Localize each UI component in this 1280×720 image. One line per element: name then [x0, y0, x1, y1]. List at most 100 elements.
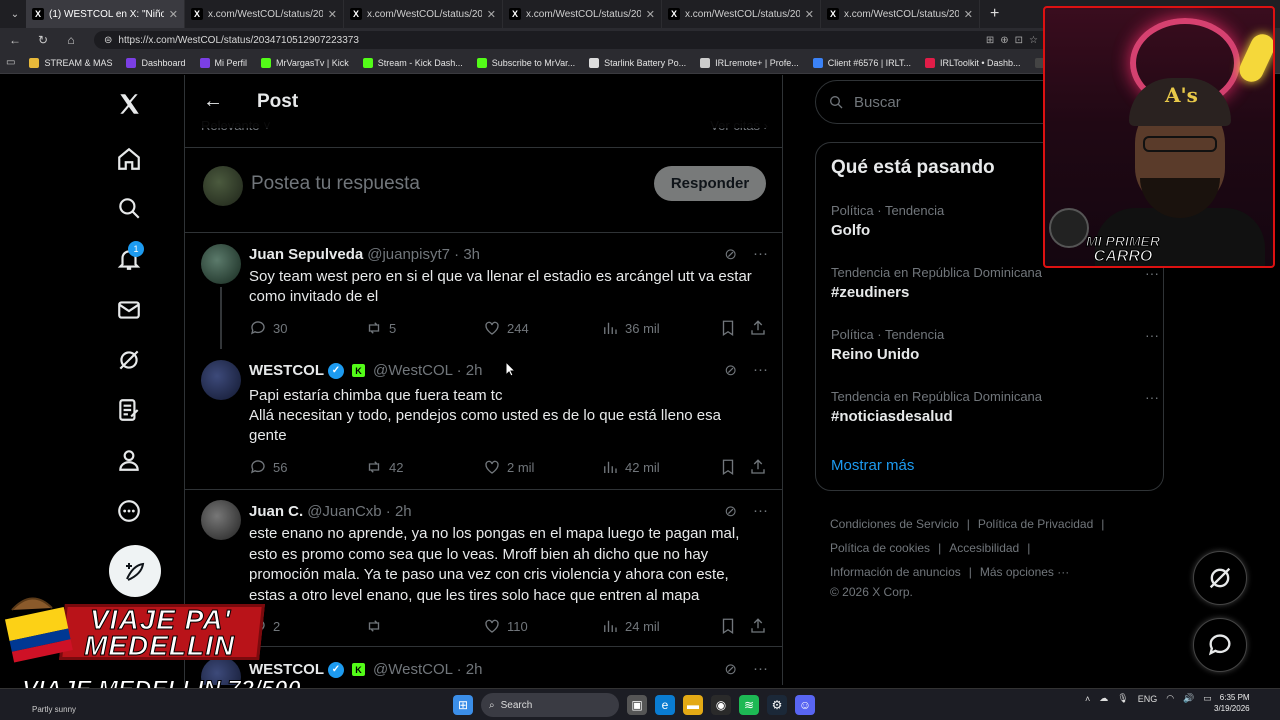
repost-action[interactable]: 5: [365, 319, 396, 337]
home-icon[interactable]: ⌂: [62, 33, 80, 47]
explore-search-icon[interactable]: [114, 193, 144, 223]
bookmark-item[interactable]: Starlink Battery Po...: [589, 57, 686, 68]
grok-icon[interactable]: ⊘: [724, 502, 737, 520]
grok-icon[interactable]: ⊘: [724, 361, 737, 379]
tab-close-icon[interactable]: ✕: [964, 8, 973, 21]
tab-close-icon[interactable]: ✕: [169, 8, 178, 21]
weather-widget[interactable]: Partly sunny: [32, 705, 76, 714]
author-name[interactable]: Juan C.: [249, 503, 303, 520]
like-action[interactable]: 110: [483, 617, 528, 635]
avatar[interactable]: [201, 244, 241, 284]
discord-icon[interactable]: ☺: [795, 695, 815, 715]
repost-action[interactable]: 42: [365, 458, 403, 476]
tab-close-icon[interactable]: ✕: [487, 8, 496, 21]
trend-more-icon[interactable]: ···: [1145, 327, 1159, 343]
bookmark-item[interactable]: Stream - Kick Dash...: [362, 57, 463, 68]
bookmark-item[interactable]: MrVargasTv | Kick: [261, 57, 349, 68]
kick-affiliate-icon[interactable]: K: [352, 663, 365, 676]
more-icon[interactable]: ···: [753, 660, 768, 678]
avatar[interactable]: [201, 500, 241, 540]
tab-2[interactable]: X x.com/WestCOL/status/203471055 ✕: [185, 0, 344, 28]
language-indicator[interactable]: ENG: [1138, 694, 1158, 704]
more-icon[interactable]: ···: [753, 502, 768, 520]
spotify-icon[interactable]: ≋: [739, 695, 759, 715]
repost-action[interactable]: [365, 617, 383, 635]
tab-close-icon[interactable]: ✕: [328, 8, 337, 21]
grok-floating-button[interactable]: [1193, 551, 1247, 605]
bookmark-action[interactable]: [719, 319, 737, 337]
tab-1[interactable]: X (1) WESTCOL en X: "Niños ratas! ✕: [26, 0, 185, 28]
onedrive-icon[interactable]: ☁: [1099, 693, 1108, 704]
footer-link[interactable]: Información de anuncios: [830, 565, 961, 579]
footer-link[interactable]: Condiciones de Servicio: [830, 517, 959, 531]
footer-link[interactable]: Política de cookies: [830, 541, 930, 555]
kick-affiliate-icon[interactable]: K: [352, 364, 365, 377]
bookmark-item[interactable]: Mi Perfil: [199, 57, 247, 68]
grok-icon[interactable]: ⊘: [724, 245, 737, 263]
avatar[interactable]: [203, 166, 243, 206]
trend-item[interactable]: Tendencia en República Dominicana #zeudi…: [831, 265, 1159, 301]
x-logo-icon[interactable]: [114, 89, 144, 119]
new-tab-button[interactable]: +: [980, 5, 1009, 23]
mic-tray-icon[interactable]: 🎙: [1117, 693, 1128, 704]
bookmark-item[interactable]: STREAM & MAS: [29, 57, 112, 68]
author-name[interactable]: Juan Sepulveda: [249, 246, 363, 263]
bookmark-item[interactable]: IRLremote+ | Profe...: [700, 57, 799, 68]
reply-action[interactable]: 56: [249, 458, 287, 476]
tray-overflow-icon[interactable]: ˄: [1085, 694, 1090, 704]
tab-3[interactable]: X x.com/WestCOL/status/203471559 ✕: [344, 0, 503, 28]
volume-icon[interactable]: 🔊: [1183, 693, 1194, 704]
show-more-link[interactable]: Mostrar más: [831, 457, 914, 474]
bookmark-item[interactable]: Dashboard: [126, 57, 186, 68]
bookmark-action[interactable]: [719, 617, 737, 635]
more-icon[interactable]: ···: [753, 361, 768, 379]
author-handle[interactable]: @JuanCxb · 2h: [307, 503, 411, 520]
author-handle[interactable]: @juanpisyt7 · 3h: [367, 246, 480, 263]
windows-start-icon[interactable]: ⊞: [453, 695, 473, 715]
back-arrow-icon[interactable]: ←: [203, 90, 223, 113]
file-explorer-icon[interactable]: ▬: [683, 695, 703, 715]
like-action[interactable]: 244: [483, 319, 529, 337]
steam-icon[interactable]: ⚙: [767, 695, 787, 715]
bookmark-action[interactable]: [719, 458, 737, 476]
wifi-icon[interactable]: ◠: [1166, 693, 1174, 704]
views-action[interactable]: 24 mil: [601, 617, 660, 635]
reply-input[interactable]: Postea tu respuesta: [251, 173, 420, 195]
bookmarks-menu-icon[interactable]: ▭: [6, 57, 15, 68]
trend-item[interactable]: Política · Tendencia Reino Unido ···: [831, 327, 1159, 363]
footer-link[interactable]: Más opciones ···: [980, 565, 1069, 579]
profile-icon[interactable]: [114, 445, 144, 475]
url-field[interactable]: ⊜ https://x.com/WestCOL/status/203471051…: [94, 31, 1054, 49]
author-handle[interactable]: @WestCOL · 2h: [373, 661, 482, 678]
grok-icon[interactable]: [114, 345, 144, 375]
views-action[interactable]: 42 mil: [601, 458, 660, 476]
messages-mail-icon[interactable]: [114, 295, 144, 325]
address-actions-icon[interactable]: ⊞⊕⊡☆: [986, 35, 1044, 46]
task-view-icon[interactable]: ▣: [627, 695, 647, 715]
more-icon[interactable]: ···: [753, 245, 768, 263]
back-icon[interactable]: ←: [6, 33, 24, 47]
bookmark-item[interactable]: Subscribe to MrVar...: [476, 57, 575, 68]
share-action[interactable]: [749, 319, 767, 337]
tab-5[interactable]: X x.com/WestCOL/status/203471776 ✕: [662, 0, 821, 28]
author-name[interactable]: WESTCOL: [249, 362, 324, 379]
share-action[interactable]: [749, 617, 767, 635]
grok-icon[interactable]: ⊘: [724, 660, 737, 678]
footer-link[interactable]: Accesibilidad: [949, 541, 1019, 555]
footer-link[interactable]: Política de Privacidad: [978, 517, 1093, 531]
views-action[interactable]: 36 mil: [601, 319, 660, 337]
refresh-icon[interactable]: ↻: [34, 33, 52, 47]
site-info-icon[interactable]: ⊜: [104, 35, 112, 46]
avatar[interactable]: [201, 360, 241, 400]
messages-floating-button[interactable]: [1193, 618, 1247, 672]
taskbar-search[interactable]: ⌕ Search: [481, 693, 619, 717]
tab-actions-button[interactable]: ⌄: [4, 0, 26, 28]
home-nav-icon[interactable]: [114, 144, 144, 174]
tab-4[interactable]: X x.com/WestCOL/status/203471717 ✕: [503, 0, 662, 28]
like-action[interactable]: 2 mil: [483, 458, 534, 476]
system-clock[interactable]: 6:35 PM 3/19/2026: [1214, 692, 1250, 714]
articles-icon[interactable]: [114, 395, 144, 425]
reply-button[interactable]: Responder: [654, 166, 766, 201]
tab-6[interactable]: X x.com/WestCOL/status/203471926 ✕: [821, 0, 980, 28]
author-handle[interactable]: @WestCOL · 2h: [373, 362, 482, 379]
